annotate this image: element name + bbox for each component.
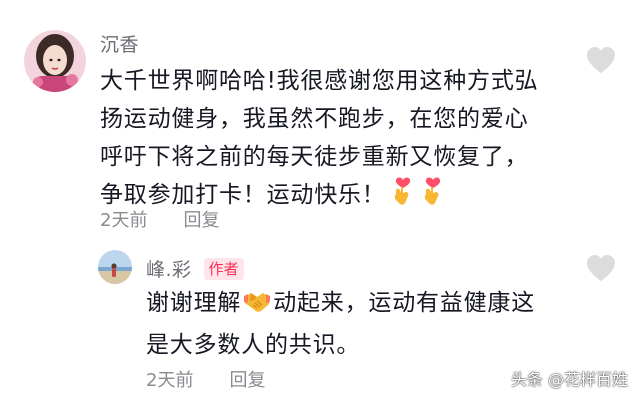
avatar[interactable] xyxy=(98,250,132,284)
avatar[interactable] xyxy=(24,30,86,92)
handshake-emoji xyxy=(243,288,271,326)
finger-heart-emoji xyxy=(420,176,446,218)
reply-button[interactable]: 回复 xyxy=(183,210,219,231)
comment-text-line: 扬运动健身，我虽然不跑步，在您的爱心 xyxy=(100,106,529,132)
heart-icon xyxy=(587,255,615,281)
reply-button[interactable]: 回复 xyxy=(229,370,265,391)
heart-icon xyxy=(587,47,615,73)
reply-text-line: 谢谢理解 动起来，运动有益健康这 xyxy=(146,284,535,326)
comment-text-line: 呼吁下将之前的每天徒步重新又恢复了， xyxy=(100,144,529,170)
author-badge: 作者 xyxy=(203,258,244,280)
reply-meta: 2天前 回复 xyxy=(146,366,265,392)
like-button[interactable] xyxy=(586,254,616,282)
comment-text-line: 大千世界啊哈哈!我很感谢您用这种方式弘 xyxy=(100,68,539,94)
reply-text-segment: 谢谢理解 xyxy=(146,290,242,316)
comment-text-line-segment: 争取参加打卡！运动快乐！ xyxy=(100,182,386,208)
comment-username[interactable]: 沉香 xyxy=(100,30,139,57)
comment-time: 2天前 xyxy=(100,210,148,231)
finger-heart-emoji xyxy=(390,176,416,218)
reply-username-text: 峰.彩 xyxy=(146,259,192,281)
reply-text: 谢谢理解 动起来，运动有益健康这 是大多数人的共识。 xyxy=(146,284,535,364)
reply-text-segment: 动起来，运动有益健康这 xyxy=(273,290,536,316)
reply-time: 2天前 xyxy=(146,370,194,391)
comment-text: 大千世界啊哈哈!我很感谢您用这种方式弘 扬运动健身，我虽然不跑步，在您的爱心 呼… xyxy=(100,62,538,218)
watermark: 头条 @花样百姓 xyxy=(510,370,628,389)
reply-username[interactable]: 峰.彩 作者 xyxy=(146,255,244,282)
like-button[interactable] xyxy=(586,46,616,74)
comment-meta: 2天前 回复 xyxy=(100,206,219,232)
reply-text-line: 是大多数人的共识。 xyxy=(146,332,361,358)
